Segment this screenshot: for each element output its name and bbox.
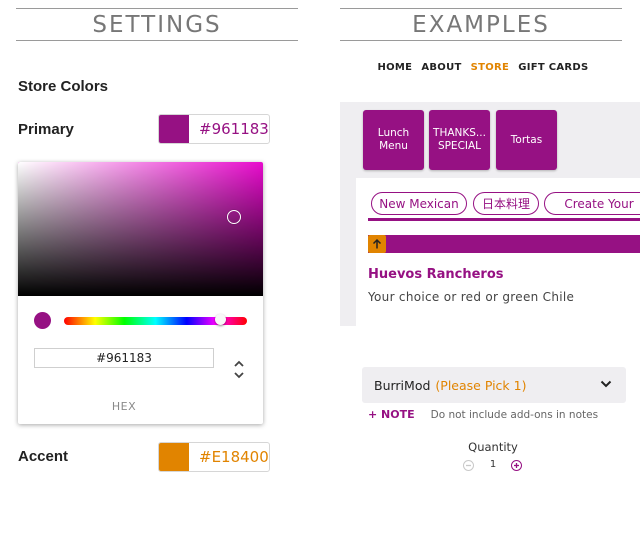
store-colors-label: Store Colors	[18, 78, 109, 95]
category-tile-tortas[interactable]: Tortas	[496, 110, 557, 170]
note-hint: Do not include add-ons in notes	[430, 408, 599, 421]
saturation-handle[interactable]	[226, 209, 241, 224]
examples-heading: EXAMPLES	[340, 8, 622, 41]
modifier-dropdown[interactable]: BurriMod (Please Pick 1)	[362, 367, 626, 403]
accent-hex-value[interactable]: #E18400	[189, 443, 269, 471]
primary-color-field[interactable]: #961183	[158, 114, 270, 144]
store-nav: HOME ABOUT STORE GIFT CARDS	[340, 62, 626, 73]
accent-label: Accent	[18, 448, 69, 465]
primary-hex-value[interactable]: #961183	[189, 115, 269, 143]
category-tile-lunch-menu[interactable]: Lunch Menu	[363, 110, 424, 170]
nav-home[interactable]: HOME	[377, 62, 412, 73]
chevron-down-icon	[600, 380, 612, 388]
arrow-up-icon	[372, 238, 382, 249]
primary-swatch[interactable]	[159, 115, 189, 143]
color-preview-dot	[34, 312, 51, 329]
chevron-up-down-icon	[234, 360, 244, 379]
modifier-name: BurriMod	[374, 377, 431, 393]
format-label: HEX	[111, 400, 137, 413]
add-note-button[interactable]: + NOTE	[368, 408, 415, 421]
saturation-brightness-area[interactable]	[18, 162, 263, 296]
section-header-bar	[368, 235, 640, 253]
accent-color-field[interactable]: #E18400	[158, 442, 270, 472]
item-name[interactable]: Huevos Rancheros	[368, 267, 504, 282]
filter-underline	[368, 218, 640, 221]
primary-label: Primary	[18, 121, 74, 138]
hue-slider-handle[interactable]	[214, 314, 226, 325]
collapse-up-button[interactable]	[368, 235, 386, 253]
settings-heading: SETTINGS	[16, 8, 298, 41]
nav-gift-cards[interactable]: GIFT CARDS	[518, 62, 588, 73]
modifier-hint: (Please Pick 1)	[435, 377, 527, 393]
quantity-stepper: 1	[462, 459, 524, 473]
note-row: + NOTE Do not include add-ons in notes	[368, 408, 598, 421]
filter-pill-create-your[interactable]: Create Your	[544, 192, 640, 215]
filter-pill-new-mexican[interactable]: New Mexican	[371, 192, 467, 215]
hex-input[interactable]: #961183	[34, 348, 214, 368]
plus-circle-icon[interactable]	[511, 460, 522, 471]
item-description: Your choice or red or green Chile	[368, 290, 575, 304]
color-picker: #961183 HEX	[18, 162, 263, 424]
filter-pill-japanese[interactable]: 日本料理	[473, 192, 539, 215]
format-toggle-button[interactable]	[232, 358, 246, 382]
accent-swatch[interactable]	[159, 443, 189, 471]
nav-about[interactable]: ABOUT	[421, 62, 461, 73]
minus-circle-icon[interactable]	[463, 460, 474, 471]
quantity-value[interactable]: 1	[487, 459, 499, 470]
category-tile-thanks-special[interactable]: THANKS... SPECIAL	[429, 110, 490, 170]
nav-store[interactable]: STORE	[471, 62, 510, 73]
quantity-label: Quantity	[468, 440, 518, 454]
